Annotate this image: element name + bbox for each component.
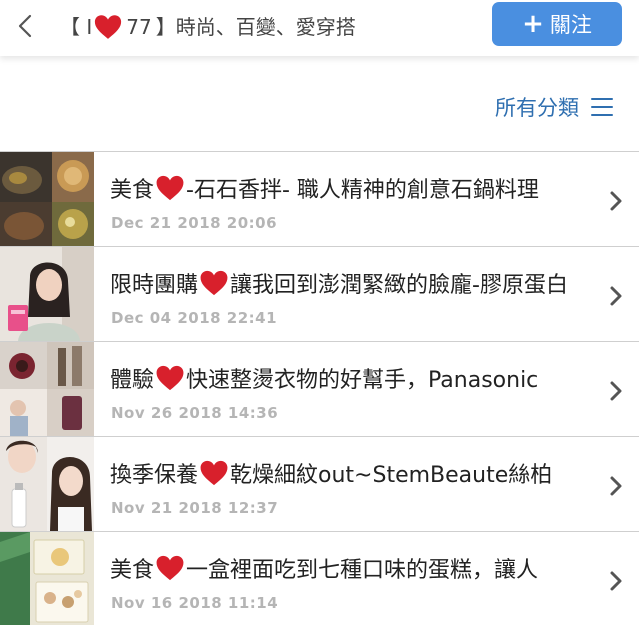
- post-title-text: 讓我回到澎潤緊緻的臉龐-膠原蛋白: [230, 273, 568, 298]
- post-title-text: 一盒裡面吃到七種口味的蛋糕，讓人: [186, 558, 539, 583]
- post-title: 體驗 快速整燙衣物的好幫手，Panasonic: [110, 364, 598, 398]
- plus-icon: +: [522, 9, 544, 39]
- menu-icon: [591, 98, 613, 116]
- post-title-text: 換季保養: [110, 463, 199, 488]
- heart-icon: [95, 15, 122, 39]
- follow-button[interactable]: + 關注: [492, 2, 622, 46]
- post-date: Dec 21 2018 20:06: [111, 214, 278, 232]
- post-title-text: 體驗: [110, 368, 155, 393]
- chevron-right-icon: [610, 286, 622, 306]
- title-count: 77: [126, 15, 152, 39]
- top-bar: 【 I 77 】時尚、百變、愛穿搭 + 關注: [0, 0, 639, 56]
- post-thumbnail: [0, 247, 94, 341]
- chevron-left-icon: [18, 14, 32, 38]
- all-categories-label: 所有分類: [495, 96, 579, 120]
- post-title-text: 快速整燙衣物的好幫手，Panasonic: [186, 368, 539, 393]
- follow-label: 關注: [549, 13, 592, 37]
- heart-icon: [156, 555, 184, 581]
- post-title-text: -石石香拌- 職人精神的創意石鍋料理: [186, 178, 539, 203]
- blog-title: 【 I 77 】時尚、百變、愛穿搭: [60, 12, 356, 42]
- heart-icon: [200, 270, 228, 296]
- post-title: 限時團購 讓我回到澎潤緊緻的臉龐-膠原蛋白: [110, 269, 598, 303]
- title-prefix: 【 I: [60, 15, 93, 39]
- all-categories-button[interactable]: 所有分類: [495, 92, 613, 122]
- list-item[interactable]: 限時團購 讓我回到澎潤緊緻的臉龐-膠原蛋白 Dec 04 2018 22:41: [0, 247, 639, 342]
- list-item[interactable]: 美食 -石石香拌- 職人精神的創意石鍋料理 Dec 21 2018 20:06: [0, 152, 639, 247]
- post-thumbnail: [0, 342, 94, 436]
- category-bar: 所有分類: [0, 56, 639, 152]
- back-button[interactable]: [12, 10, 38, 42]
- post-date: Dec 04 2018 22:41: [111, 309, 278, 327]
- heart-icon: [156, 175, 184, 201]
- post-title-text: 美食: [110, 558, 155, 583]
- post-date: Nov 26 2018 14:36: [111, 404, 279, 422]
- post-title-text: 限時團購: [110, 273, 199, 298]
- heart-icon: [156, 365, 184, 391]
- post-thumbnail: [0, 532, 94, 625]
- post-title: 換季保養 乾燥細紋out~StemBeaute絲柏: [110, 459, 598, 493]
- post-date: Nov 21 2018 12:37: [111, 499, 279, 517]
- chevron-right-icon: [610, 571, 622, 591]
- list-item[interactable]: 美食 一盒裡面吃到七種口味的蛋糕，讓人 Nov 16 2018 11:14: [0, 532, 639, 625]
- chevron-right-icon: [610, 381, 622, 401]
- post-thumbnail: [0, 152, 94, 246]
- post-date: Nov 16 2018 11:14: [111, 594, 279, 612]
- chevron-right-icon: [610, 191, 622, 211]
- title-suffix: 】時尚、百變、愛穿搭: [155, 15, 356, 39]
- post-title-text: 美食: [110, 178, 155, 203]
- list-item[interactable]: 體驗 快速整燙衣物的好幫手，Panasonic Nov 26 2018 14:36: [0, 342, 639, 437]
- chevron-right-icon: [610, 476, 622, 496]
- post-title: 美食 -石石香拌- 職人精神的創意石鍋料理: [110, 174, 598, 208]
- post-title: 美食 一盒裡面吃到七種口味的蛋糕，讓人: [110, 554, 598, 588]
- heart-icon: [200, 460, 228, 486]
- post-list: 美食 -石石香拌- 職人精神的創意石鍋料理 Dec 21 2018 20:06 限…: [0, 152, 639, 625]
- post-title-text: 乾燥細紋out~StemBeaute絲柏: [230, 463, 553, 488]
- post-thumbnail: [0, 437, 94, 531]
- list-item[interactable]: 換季保養 乾燥細紋out~StemBeaute絲柏 Nov 21 2018 12:…: [0, 437, 639, 532]
